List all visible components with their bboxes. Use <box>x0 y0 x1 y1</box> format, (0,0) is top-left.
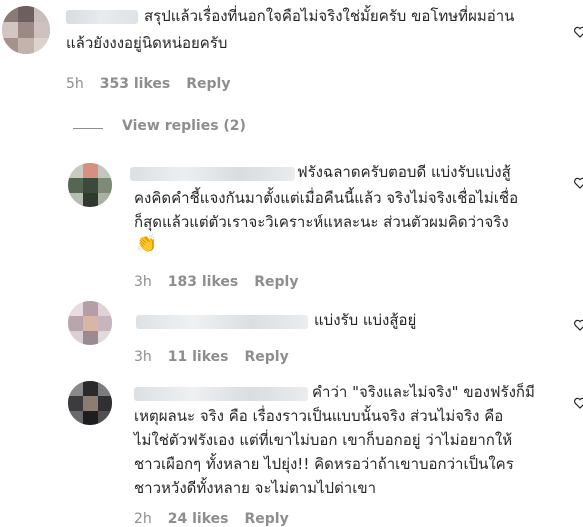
comment-time[interactable]: 5h <box>66 76 84 92</box>
comment-meta: 3h 11 likes Reply <box>134 349 305 365</box>
comment-text-line: สรุปแล้วเรื่องที่นอกใจคือไม่จริงใช่มั้ยค… <box>144 7 515 25</box>
username-blurred[interactable] <box>134 387 308 401</box>
comment-meta: 3h 183 likes Reply <box>134 274 314 290</box>
heart-icon[interactable] <box>574 397 583 409</box>
clap-emoji: 👏 <box>136 234 158 254</box>
view-replies-button[interactable]: View replies (2) <box>122 118 246 134</box>
heart-icon[interactable] <box>574 26 583 38</box>
comment-time[interactable]: 3h <box>134 349 152 365</box>
comment-likes[interactable]: 353 likes <box>100 76 170 92</box>
heart-icon[interactable] <box>574 177 583 189</box>
username-blurred[interactable] <box>66 10 138 24</box>
comment-text-line: คำว่า "จริงและไม่จริง" ของฟรังก็มี <box>312 383 535 401</box>
reply-button[interactable]: Reply <box>186 76 230 92</box>
comment-likes[interactable]: 24 likes <box>168 511 229 527</box>
comment-text-line: แล้วยังงงอยู่นิดหน่อยครับ <box>66 34 228 52</box>
comment-text-line: ฟรังฉลาดครับตอบดี แบ่งรับแบ่งสู้ <box>297 163 511 181</box>
avatar[interactable] <box>2 6 50 54</box>
username-blurred[interactable] <box>130 167 295 181</box>
comment-text-line: ไม่ใช่ตัวฟรังเอง แต่ที่เขาไม่บอก เขาก็บอ… <box>134 431 513 449</box>
comment-text-line: เหตุผลนะ จริง คือ เรื่องราวเป็นแบบนั้นจร… <box>134 407 504 425</box>
comment-likes[interactable]: 183 likes <box>168 274 238 290</box>
comment-text-line: ชาวหวังดีทั้งหลาย จะไม่ตามไปด่าเขา <box>134 479 377 497</box>
heart-icon[interactable] <box>574 319 583 331</box>
view-replies-line <box>73 128 103 129</box>
avatar[interactable] <box>68 381 112 425</box>
avatar[interactable] <box>68 301 112 345</box>
comment-time[interactable]: 2h <box>134 511 152 527</box>
comment-time[interactable]: 3h <box>134 274 152 290</box>
username-blurred[interactable] <box>136 315 308 329</box>
avatar[interactable] <box>68 163 112 207</box>
comment-text-line: ชาวเผือกๆ ทั้งหลาย ไปยุ่ง!! คิดหรอว่าถ้า… <box>134 455 514 473</box>
comment-text-line: คงคิดคำชี้แจงกันมาตั้งแต่เมื่อคืนนี้แล้ว… <box>134 189 519 207</box>
comment-meta: 5h 353 likes Reply <box>66 76 246 92</box>
comment-likes[interactable]: 11 likes <box>168 349 229 365</box>
reply-button[interactable]: Reply <box>254 274 298 290</box>
comment-text-line: ก็สุดแล้วแต่ตัวเราจะวิเคราะห์แหละนะ ส่วน… <box>134 213 509 231</box>
comment-text-line: แบ่งรับ แบ่งสู้อยู่ <box>314 311 417 329</box>
comment-meta: 2h 24 likes Reply <box>134 511 305 527</box>
reply-button[interactable]: Reply <box>245 349 289 365</box>
reply-button[interactable]: Reply <box>245 511 289 527</box>
